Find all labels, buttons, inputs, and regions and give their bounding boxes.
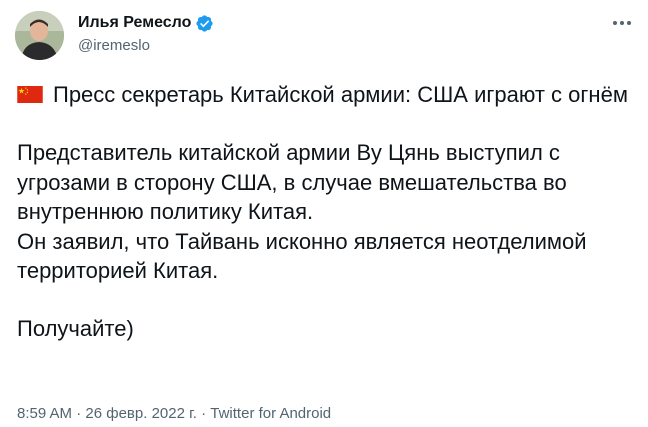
avatar-image — [15, 11, 64, 60]
tweet-meta: 8:59 AM · 26 февр. 2022 г. · Twitter for… — [17, 405, 331, 422]
tweet-time[interactable]: 8:59 AM — [17, 405, 72, 422]
author-name[interactable]: Илья Ремесло — [78, 14, 191, 32]
tweet-headline-line: Пресс секретарь Китайской армии: США игр… — [17, 80, 637, 109]
tweet-paragraph-1: Представитель китайской армии Ву Цянь вы… — [17, 140, 567, 225]
tweet-date[interactable]: 26 февр. 2022 г. — [85, 405, 197, 422]
tweet-text: Пресс секретарь Китайской армии: США игр… — [17, 80, 637, 344]
more-options-icon[interactable] — [608, 12, 636, 34]
author-handle[interactable]: @iremeslo — [78, 37, 214, 54]
author-name-row: Илья Ремесло — [78, 11, 214, 35]
verified-badge-icon — [195, 14, 214, 33]
meta-separator: · — [72, 405, 86, 422]
avatar[interactable] — [15, 11, 64, 60]
tweet-paragraph-2: Он заявил, что Тайвань исконно является … — [17, 228, 587, 284]
tweet-source[interactable]: Twitter for Android — [210, 405, 331, 422]
china-flag-icon — [17, 86, 43, 103]
tweet-card: Илья Ремесло @iremeslo Пресс секретарь К… — [0, 0, 648, 427]
tweet-headline: Пресс секретарь Китайской армии: США игр… — [53, 82, 628, 107]
tweet-closing: Получайте) — [17, 316, 134, 342]
author-block: Илья Ремесло @iremeslo — [78, 11, 214, 54]
meta-separator: · — [196, 405, 211, 422]
